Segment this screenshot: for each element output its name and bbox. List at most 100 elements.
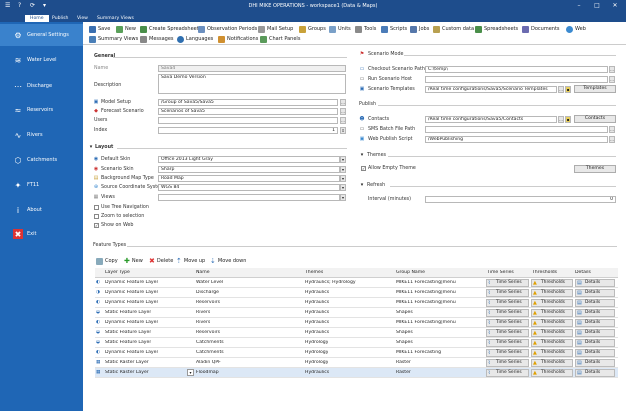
cell-group-name[interactable]: MIKE11 Forecasting|menu [396,320,456,325]
time-series-button[interactable]: ⌇ Time Series [486,319,529,327]
sidebar-item-general-settings[interactable]: ⚙ General Settings [0,24,83,46]
bg-map-select[interactable]: Road Map [158,175,340,182]
run-host-browse-button[interactable]: … [609,76,615,83]
table-row[interactable]: ◒ Static Feature Layer Catchments Hydrology… [95,338,618,348]
close-button[interactable]: ✕ [610,2,620,9]
minimize-button[interactable]: – [574,2,584,9]
run-host-field[interactable] [425,76,608,83]
sidebar-item-exit[interactable]: ✖ Exit [0,223,83,245]
column-header-layer-type[interactable]: Layer Type [105,270,130,275]
web-button[interactable]: Web [566,24,586,34]
index-stepper[interactable]: ⇕ [340,127,346,134]
contacts-lock-icon[interactable]: ▪ [565,116,571,123]
column-header-themes[interactable]: Themes [305,270,323,275]
thresholds-button[interactable]: ▲ Thresholds [531,279,573,287]
languages-button[interactable]: Languages [177,34,213,44]
column-header-thresholds[interactable]: Thresholds [532,270,557,275]
web-script-field[interactable]: /WebPublishing [425,136,608,143]
tab-home[interactable]: Home [25,15,49,22]
cell-themes[interactable]: Hydraulics [305,330,329,335]
scenario-skin-select[interactable]: Sharp [158,166,340,173]
collapse-icon[interactable]: ▾ [359,182,365,188]
save-button[interactable]: Save [89,24,110,34]
cell-layer-type[interactable]: Static Feature Layer [105,330,151,335]
observation-periods-button[interactable]: Observation Periods [198,24,257,34]
cell-themes[interactable]: Hydraulics [305,370,329,375]
cell-name[interactable]: Aladin QPF [196,360,221,365]
contacts-button[interactable]: Contacts [574,115,616,123]
cell-name[interactable]: Reservoirs [196,330,220,335]
contacts-browse-button[interactable]: … [558,116,564,123]
users-field[interactable] [158,117,338,124]
cell-name[interactable]: Catchments [196,350,224,355]
cell-themes[interactable]: Hydraulics [305,290,329,295]
details-button[interactable]: ▤ Details [575,289,615,297]
new-button[interactable]: New [116,24,136,34]
table-row[interactable]: ▦ Static Raster Layer Floodmap Hydraulics Ra… [95,368,618,378]
use-tree-checkbox[interactable] [94,205,99,210]
time-series-button[interactable]: ⌇ Time Series [486,279,529,287]
copy-button[interactable]: Copy [96,256,118,266]
cell-layer-type[interactable]: Static Feature Layer [105,310,151,315]
index-field[interactable]: 1 [158,127,338,134]
thresholds-button[interactable]: ▲ Thresholds [531,349,573,357]
allow-empty-theme-checkbox[interactable]: ✓ [361,166,366,171]
cell-name[interactable]: Discharge [196,290,219,295]
sidebar-item-water-level[interactable]: ≋ Water Level [0,49,83,71]
new-feature-button[interactable]: ✚ New [124,256,143,266]
chevron-down-icon[interactable]: ▾ [340,166,346,173]
details-button[interactable]: ▤ Details [575,279,615,287]
details-button[interactable]: ▤ Details [575,329,615,337]
messages-button[interactable]: Messages [140,34,174,44]
cell-layer-type[interactable]: Dynamic Feature Layer [105,280,158,285]
sidebar-item-ft11[interactable]: ✦ FT11 [0,174,83,196]
model-setup-field[interactable]: /Group of Sava5/Sava5 [158,99,338,106]
tab-view[interactable]: View [72,15,93,22]
chevron-down-icon[interactable]: ▾ [340,175,346,182]
thresholds-button[interactable]: ▲ Thresholds [531,339,573,347]
spreadsheets-button[interactable]: Spreadsheets [475,24,518,34]
tools-button[interactable]: Tools [355,24,376,34]
time-series-button[interactable]: ⌇ Time Series [486,339,529,347]
contacts-field[interactable]: /Real time configurations/Sava5/Contacts [425,116,557,123]
details-button[interactable]: ▤ Details [575,349,615,357]
cell-layer-type[interactable]: Static Feature Layer [105,340,151,345]
checkout-path-field[interactable]: C:\temp\ [425,66,608,73]
table-row[interactable]: ◒ Static Feature Layer Reservoirs Hydraulic… [95,328,618,338]
scripts-button[interactable]: Scripts [381,24,407,34]
mail-setup-button[interactable]: Mail Setup [258,24,293,34]
cell-layer-type[interactable]: Static Raster Layer [105,370,149,375]
chevron-down-icon[interactable]: ▾ [340,156,346,163]
time-series-button[interactable]: ⌇ Time Series [486,369,529,377]
show-web-checkbox[interactable]: ✓ [94,223,99,228]
cell-themes[interactable]: Hydrology [305,340,328,345]
cell-group-name[interactable]: Raster [396,360,411,365]
sidebar-item-catchments[interactable]: ⬡ Catchments [0,149,83,171]
cell-group-name[interactable]: MIKE11 Forecasting [396,350,441,355]
cell-name[interactable]: Reservoirs [196,300,220,305]
cell-themes[interactable]: Hydraulics [305,320,329,325]
maximize-button[interactable]: □ [592,2,602,9]
cell-themes[interactable]: Hydraulics [305,300,329,305]
time-series-button[interactable]: ⌇ Time Series [486,329,529,337]
thresholds-button[interactable]: ▲ Thresholds [531,319,573,327]
thresholds-button[interactable]: ▲ Thresholds [531,359,573,367]
tab-publish[interactable]: Publish [47,15,73,22]
table-row[interactable]: ◐ Dynamic Feature Layer Rivers Hydraulics MI… [95,318,618,328]
cell-group-name[interactable]: Shapes [396,340,413,345]
thresholds-button[interactable]: ▲ Thresholds [531,299,573,307]
sidebar-item-rivers[interactable]: ∿ Rivers [0,124,83,146]
table-row[interactable]: ◒ Static Feature Layer Rivers Hydraulics Sha… [95,308,618,318]
interval-field[interactable]: 0 [425,196,616,203]
collapse-icon[interactable]: ▾ [359,152,365,158]
name-field[interactable]: Sava4 [158,65,346,72]
sidebar-item-discharge[interactable]: ⋯ Discharge [0,75,83,97]
move-down-button[interactable]: ⇣ Move down [210,256,246,266]
details-button[interactable]: ▤ Details [575,339,615,347]
chevron-down-icon[interactable]: ▾ [340,184,346,191]
create-spreadsheet-button[interactable]: Create Spreadsheet [140,24,199,34]
column-header-details[interactable]: Details [575,270,591,275]
custom-data-button[interactable]: Custom data [433,24,474,34]
cell-themes[interactable]: Hydrology [305,350,328,355]
templates-field[interactable]: /Real time configurations/Sava5/Scenario… [425,86,557,93]
